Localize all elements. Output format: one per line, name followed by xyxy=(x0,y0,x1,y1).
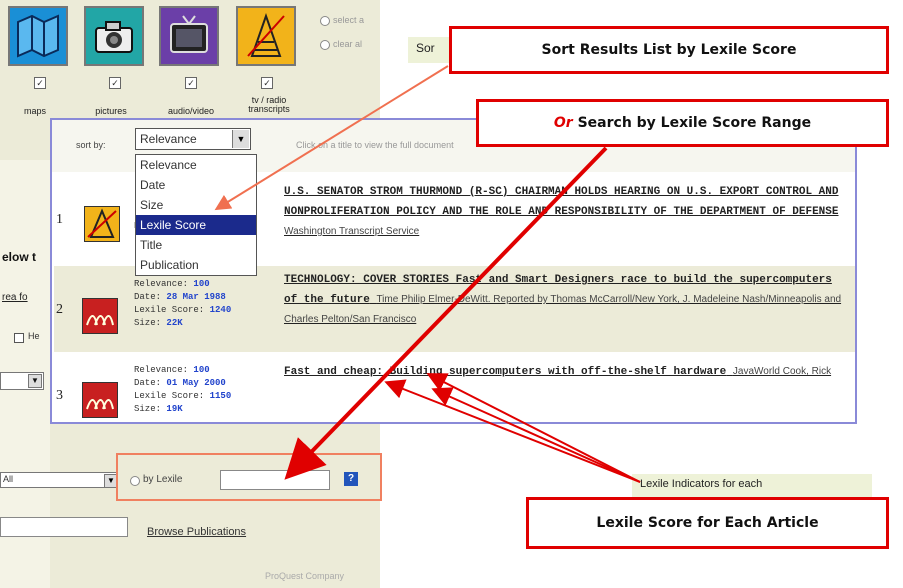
arrow-range xyxy=(284,146,608,480)
arrow-each-2 xyxy=(431,387,641,483)
arrow-each-1 xyxy=(384,379,641,483)
annotation-arrows xyxy=(214,65,641,483)
arrow-each-3 xyxy=(426,373,641,483)
arrow-sort xyxy=(214,65,449,211)
